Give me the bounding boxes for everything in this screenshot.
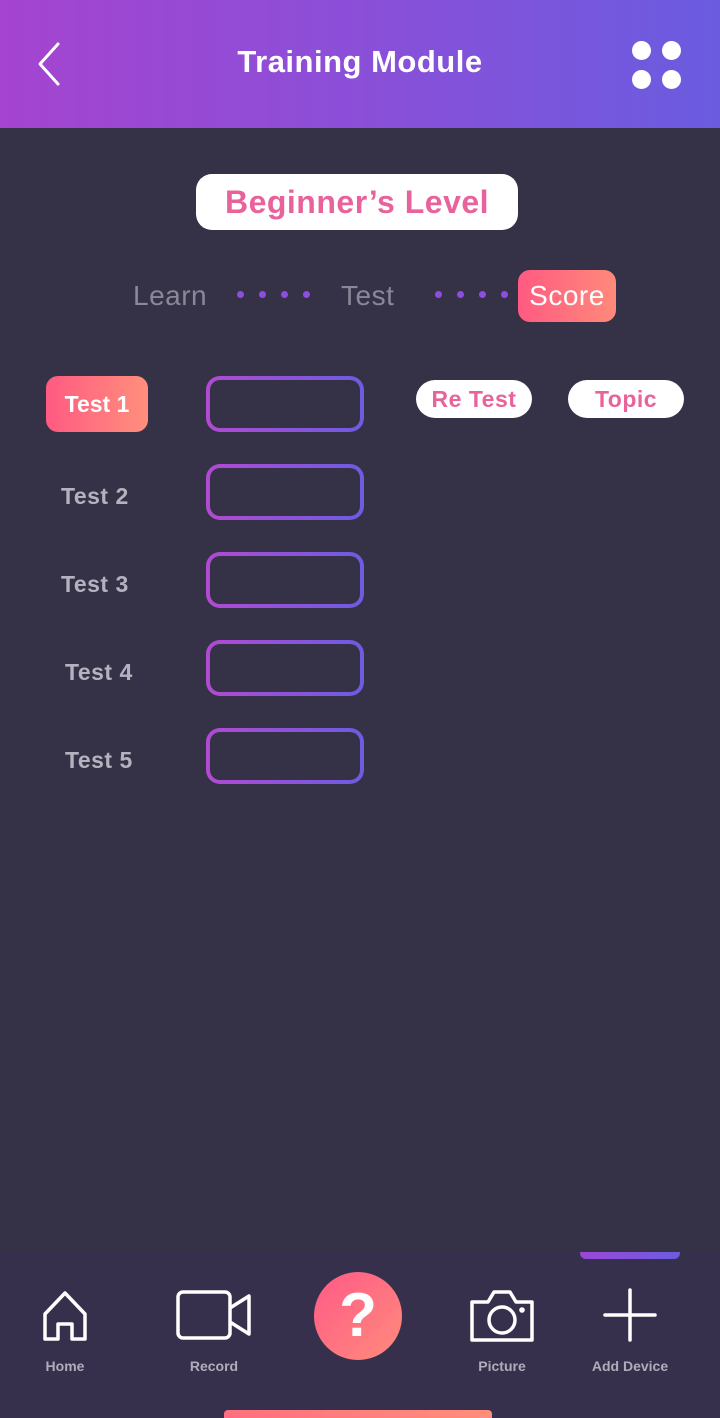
nav-active-indicator [580,1252,680,1259]
test-3-label[interactable]: Test 3 [61,571,129,598]
test-2-label[interactable]: Test 2 [61,483,129,510]
nav-add-device[interactable]: Add Device [580,1270,680,1390]
step-connector [237,291,317,299]
test-5-score-field[interactable] [206,728,364,784]
test-3-score-field[interactable] [206,552,364,608]
test-1-button[interactable]: Test 1 [46,376,148,432]
test-5-label[interactable]: Test 5 [65,747,133,774]
home-indicator [224,1410,492,1418]
nav-record[interactable]: Record [164,1270,264,1390]
help-button[interactable]: ? [314,1272,402,1360]
home-icon [43,1291,87,1341]
nav-add-device-label: Add Device [591,1358,669,1374]
question-mark-icon: ? [339,1281,377,1350]
nav-home[interactable]: Home [20,1270,110,1390]
level-badge: Beginner’s Level [196,174,518,230]
plus-icon [603,1288,657,1342]
test-2-score-field[interactable] [206,464,364,520]
nav-home-label: Home [45,1358,85,1374]
test-4-score-field[interactable] [206,640,364,696]
step-learn[interactable]: Learn [133,280,207,312]
test-1-score-field[interactable] [206,376,364,432]
nav-record-label: Record [189,1358,239,1374]
page-title: Training Module [237,44,483,79]
nav-picture-label: Picture [478,1358,526,1374]
step-test[interactable]: Test [341,280,394,312]
app-header: Training Module [0,0,720,128]
retest-button[interactable]: Re Test [416,380,532,418]
nav-picture[interactable]: Picture [452,1270,552,1390]
camera-icon [470,1290,534,1342]
test-4-label[interactable]: Test 4 [65,659,133,686]
menu-button[interactable] [628,38,686,92]
step-score[interactable]: Score [518,270,616,322]
topic-button[interactable]: Topic [568,380,684,418]
step-connector [435,291,515,299]
video-camera-icon [176,1290,251,1340]
